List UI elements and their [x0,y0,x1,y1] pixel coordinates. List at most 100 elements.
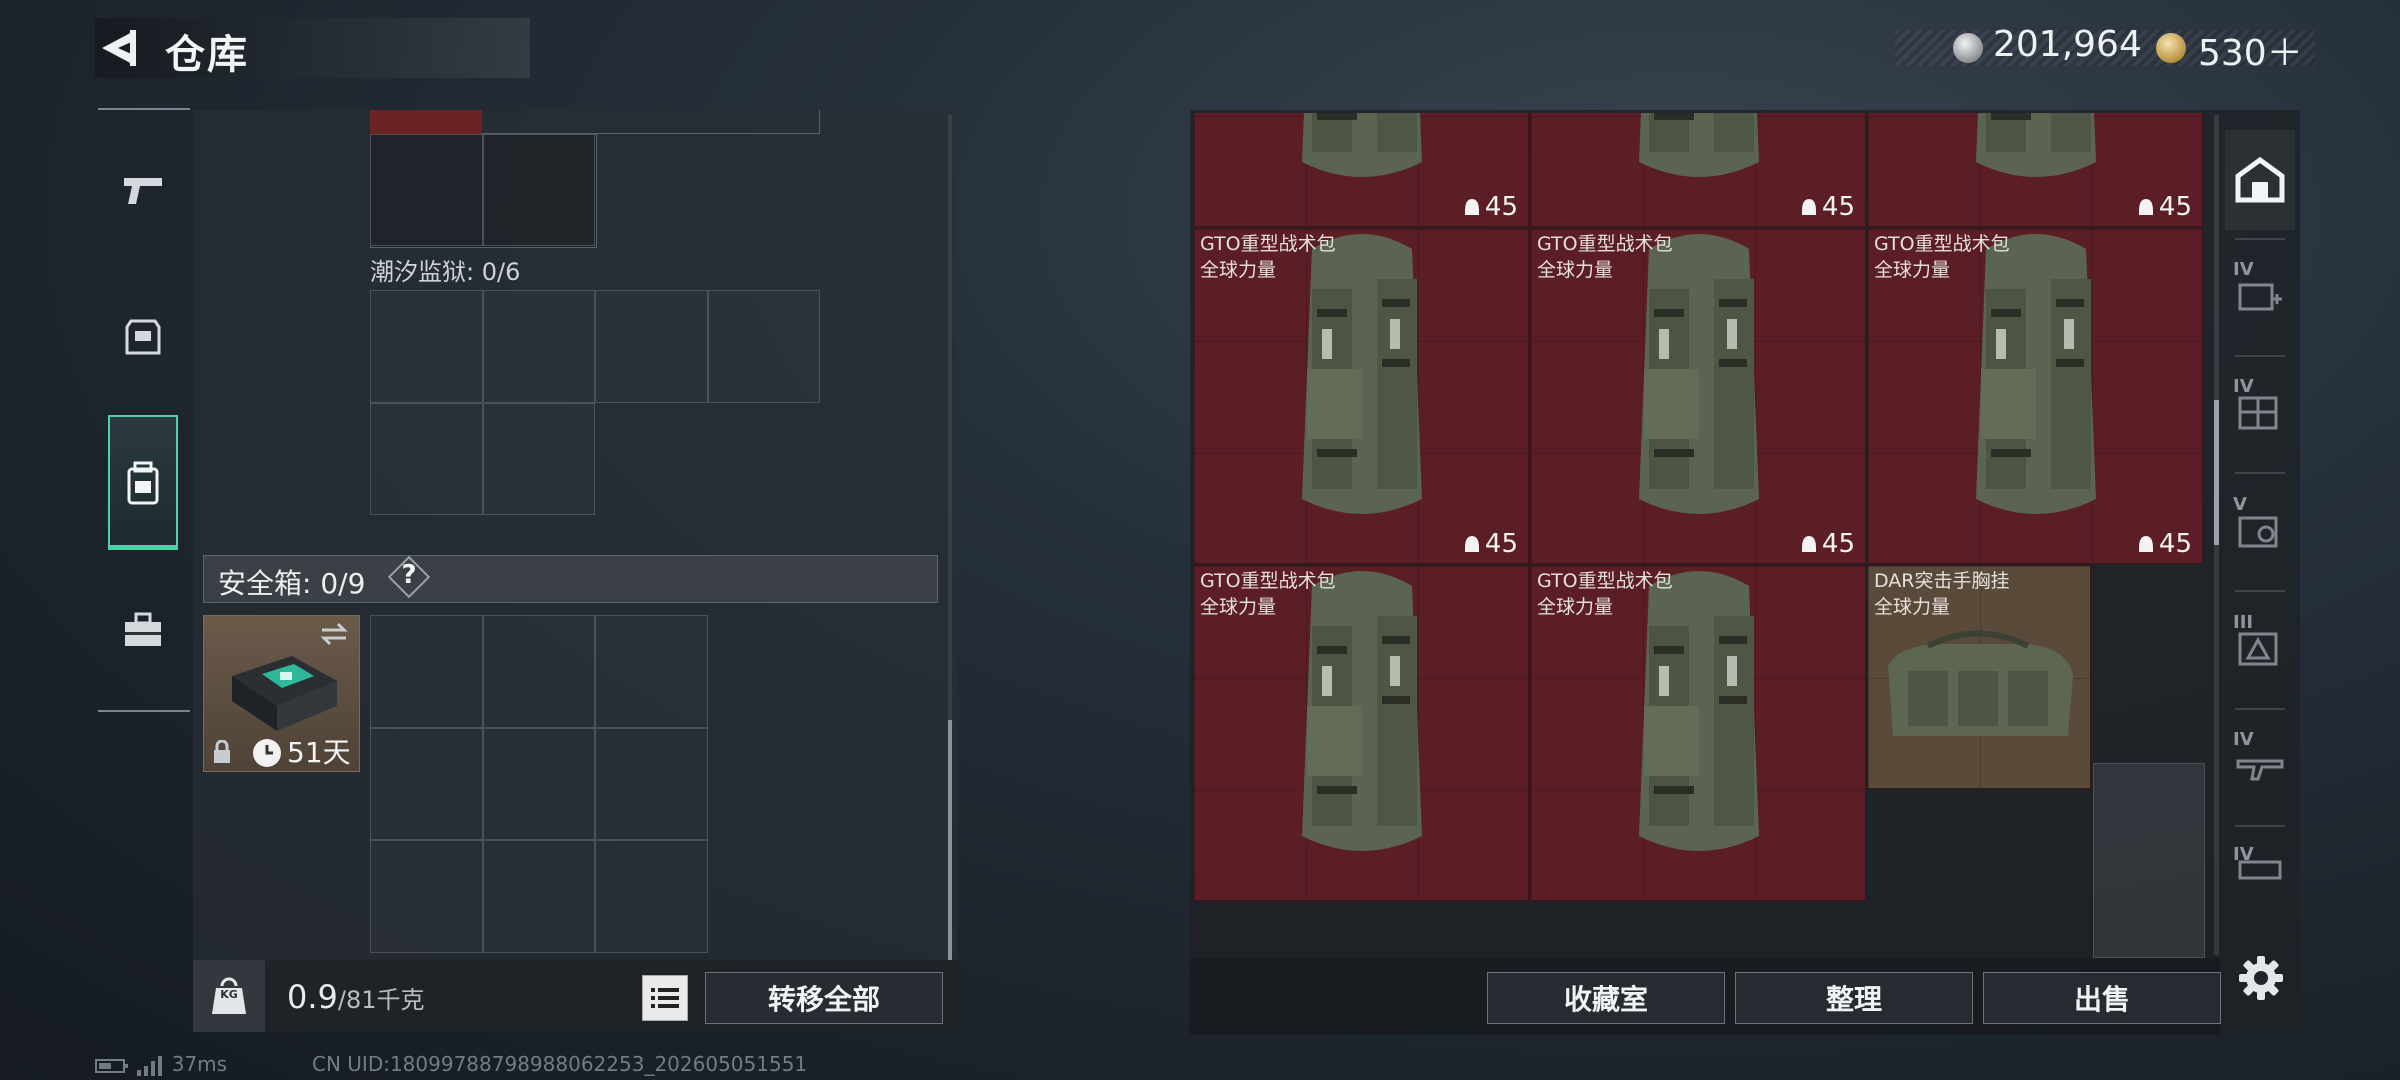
tier-label: V [2233,494,2247,515]
side-tab-divider [2235,590,2285,592]
grid-cell[interactable] [370,290,483,403]
item-name: GTO重型战术包 [1200,570,1336,592]
grid-cell[interactable] [483,728,595,840]
stash-item-tile[interactable]: GTO重型战术包 全球力量 45 [1193,228,1529,564]
item-count-value: 45 [1821,192,1855,222]
backpack-image [1639,234,1759,514]
stash-item-tile[interactable]: GTO重型战术包 全球力量 45 [1530,228,1866,564]
grid-cell[interactable] [595,615,708,728]
side-tab-divider [2235,355,2285,357]
collection-room-button[interactable]: 收藏室 [1487,972,1725,1024]
item-durability: 45 [1463,192,1518,222]
side-tab-divider [2235,238,2285,240]
grid-cell[interactable] [370,403,483,515]
backpack-image [1302,113,1422,177]
chest-rig-image [1888,630,2073,736]
transfer-all-button[interactable]: 转移全部 [705,972,943,1024]
gear-box-icon [2238,516,2278,548]
equipment-scroll-thumb[interactable] [948,720,952,960]
grid-cell[interactable] [483,840,595,953]
item-faction: 全球力量 [1200,259,1277,281]
help-symbol: ? [401,560,417,590]
grid-cell[interactable] [483,615,595,728]
pistol-icon [124,178,162,204]
empty-stash-slot[interactable] [2093,763,2205,958]
side-tab-divider [2235,825,2285,827]
item-name: GTO重型战术包 [1537,233,1673,255]
user-uid: CN UID:18099788798988062253_202605051551 [312,1052,808,1076]
partial-item-cell[interactable] [370,110,482,134]
grid-cell[interactable] [370,840,483,953]
tier-label: IV [2233,259,2254,280]
stash-item-tile[interactable]: 全球力量45 [1867,113,2203,227]
weight-max: /81 [337,986,377,1014]
side-tab-medical[interactable]: IV [2225,245,2295,345]
tier-label: III [2233,612,2254,633]
container-capacity-label: 潮汐监狱: 0/6 [370,258,521,286]
grid-cell[interactable] [483,290,595,403]
item-durability: 45 [2137,529,2192,559]
list-icon [651,988,679,1008]
weight-unit: 千克 [376,986,425,1014]
side-tab-workbench[interactable]: V [2225,480,2295,580]
stash-item-tile[interactable]: DAR突击手胸挂 全球力量 [1867,565,2091,789]
grid-cell[interactable] [483,403,595,515]
grid-cell[interactable] [370,615,483,728]
briefcase-icon [125,612,161,646]
organize-button[interactable]: 整理 [1735,972,1973,1024]
lock-icon [214,740,230,763]
status-indicators: 37ms [95,1052,227,1076]
grid-cell[interactable] [370,728,483,840]
stash-scroll-thumb[interactable] [2214,400,2219,545]
side-tab-all[interactable] [2225,130,2295,230]
swap-icon[interactable] [318,622,350,646]
backpack-image [1639,571,1759,851]
stash-item-tile[interactable]: GTO重型战术包 全球力量 [1193,565,1529,901]
gold-currency-value[interactable]: 530＋ [2198,24,2303,76]
page-title: 仓库 [165,32,249,78]
grid-cell[interactable] [483,134,595,246]
triangle-tool-icon [2238,632,2278,666]
item-count-value: 45 [2158,192,2192,222]
rail-tab-backpack[interactable] [108,415,178,550]
grid-cell[interactable] [595,728,708,840]
rail-divider-bottom [98,710,190,712]
rail-tab-gear[interactable] [108,290,178,380]
stash-item-tile[interactable]: GTO重型战术包 全球力量 [1530,565,1866,901]
item-count-value: 45 [1821,529,1855,559]
grid-cell[interactable] [708,290,820,403]
list-view-button[interactable] [642,975,688,1021]
helmet-small-icon [2138,199,2153,215]
ping-readout: 37ms [171,1052,228,1076]
item-count-value: 45 [1484,192,1518,222]
grid-cell[interactable] [370,134,483,246]
item-durability: 45 [1463,529,1518,559]
item-faction: 全球力量 [1537,596,1614,618]
side-tab-vehicles[interactable]: IV [2225,830,2295,910]
settings-gear-icon[interactable] [2238,955,2284,1001]
back-arrow-icon[interactable] [100,26,140,70]
stash-item-tile[interactable]: 全球力量45 [1193,113,1529,227]
helmet-small-icon [1801,199,1816,215]
sell-button[interactable]: 出售 [1983,972,2221,1024]
backpack-icon [127,461,159,504]
stash-item-tile[interactable]: GTO重型战术包 全球力量 45 [1867,228,2203,564]
rail-tab-firearms[interactable] [108,145,178,235]
grid-cell[interactable] [595,840,708,953]
side-tab-divider [2235,472,2285,474]
battery-icon [95,1058,128,1073]
weight-current: 0.9 [287,978,338,1016]
item-faction: 全球力量 [1537,259,1614,281]
rail-tab-items[interactable] [108,585,178,675]
side-tab-crafting[interactable]: III [2225,598,2295,698]
side-tab-storage[interactable]: IV [2225,362,2295,462]
stash-item-tile[interactable]: 全球力量45 [1530,113,1866,227]
weight-icon-label: KG [220,988,238,1001]
side-tab-weapons[interactable]: IV [2225,715,2295,815]
item-durability: 45 [2137,192,2192,222]
silver-currency-value: 201,964 [1993,24,2142,65]
stash-home-icon [2235,156,2285,203]
grid-cell[interactable] [595,290,708,403]
helmet-small-icon [1801,536,1816,552]
item-name: GTO重型战术包 [1874,233,2010,255]
